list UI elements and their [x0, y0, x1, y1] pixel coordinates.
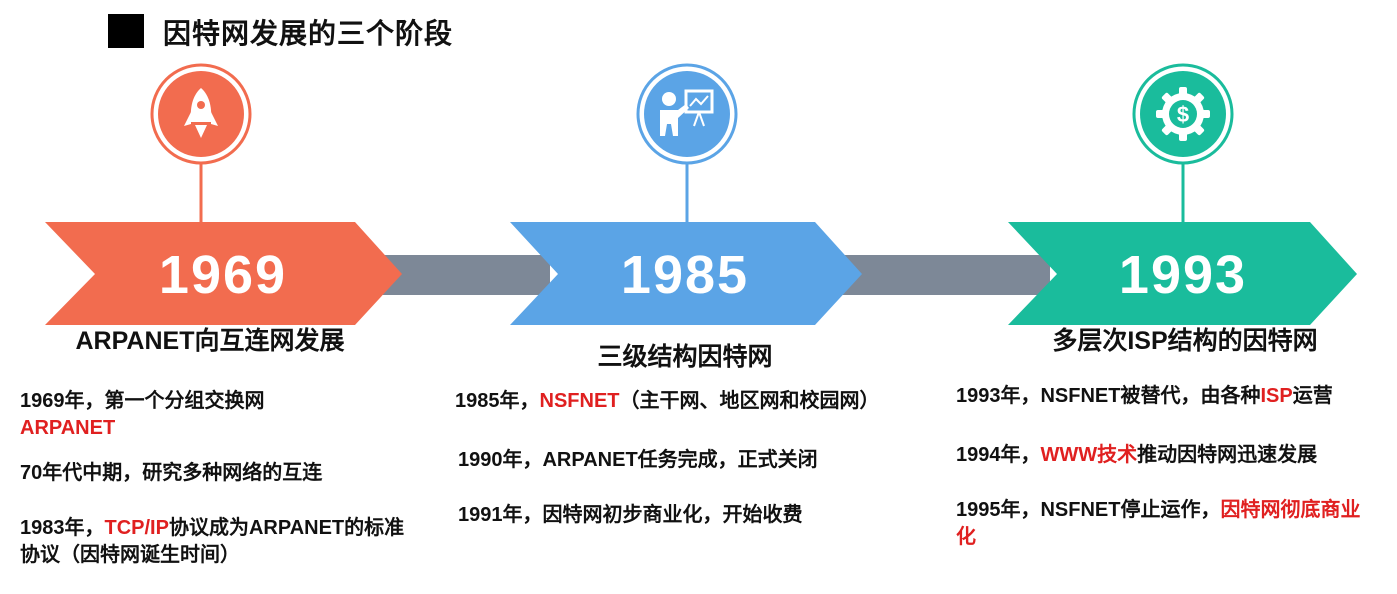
stage2-item-2: 1990年，ARPANET任务完成，正式关闭 — [458, 449, 818, 471]
rocket-icon — [150, 63, 252, 165]
svg-text:$: $ — [1177, 102, 1189, 127]
presenter-board-icon — [636, 63, 738, 165]
stage2-item-1: 1985年，NSFNET（主干网、地区网和校园网） — [455, 390, 880, 412]
stage3-item-1: 1993年，NSFNET被替代，由各种ISP运营 — [956, 385, 1333, 407]
stage-title-1: ARPANET向互连网发展 — [75, 327, 345, 355]
stage2-item-3: 1991年，因特网初步商业化，开始收费 — [458, 504, 803, 526]
connector-bar-2 — [830, 255, 1050, 295]
stage3-item-3: 1995年，NSFNET停止运作，因特网彻底商业化 — [956, 499, 1361, 548]
stage3-item-2: 1994年，WWW技术推动因特网迅速发展 — [956, 444, 1318, 466]
year-label-1969: 1969 — [158, 245, 288, 305]
year-label-1985: 1985 — [620, 245, 750, 305]
stage1-item-1: 1969年，第一个分组交换网ARPANET — [20, 390, 265, 439]
stage-title-2: 三级结构因特网 — [597, 343, 773, 371]
stage1-item-3: 1983年，TCP/IP协议成为ARPANET的标准协议（因特网诞生时间） — [20, 517, 405, 566]
stage1-item-2: 70年代中期，研究多种网络的互连 — [20, 462, 323, 484]
year-label-1993: 1993 — [1118, 245, 1248, 305]
stage-title-3: 多层次ISP结构的因特网 — [1052, 327, 1318, 355]
dollar-gear-icon: $ — [1132, 63, 1234, 165]
